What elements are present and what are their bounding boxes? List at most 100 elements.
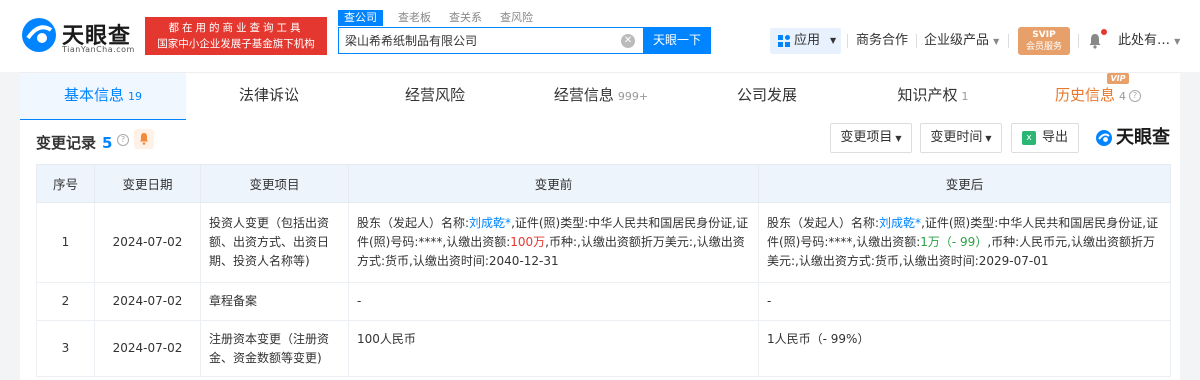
tianyancha-logo-icon (1096, 130, 1112, 146)
user-name: 此处有… (1118, 33, 1171, 48)
shareholder-link[interactable]: 刘成乾* (879, 216, 921, 230)
cell-before: - (348, 282, 759, 321)
section-title-text: 变更记录 (36, 134, 97, 152)
tab-count: 1 (961, 90, 969, 103)
cell-after: 股东（发起人）名称:刘成乾*,证件(照)类型:中华人民共和国居民身份证,证件(照… (758, 202, 1171, 283)
export-label: 导出 (1041, 130, 1068, 145)
cell-no: 1 (36, 202, 95, 283)
change-records-section: 变更记录 5 ? 变更项目 ▼ 变更时间 ▼ x 导出 天眼查 序号 变更日期 变更项目 (20, 120, 1180, 380)
vip-tag: VIP (1107, 73, 1129, 84)
cell-no: 2 (36, 282, 95, 321)
chevron-down-icon: ▼ (993, 37, 1000, 46)
top-header: 天眼查 TianYanCha.com 都在用的商业查询工具 国家中小企业发展子基… (0, 0, 1200, 72)
apps-label: 应用 (794, 33, 821, 48)
cell-item: 章程备案 (200, 282, 349, 321)
filter-change-item-dropdown[interactable]: 变更项目 ▼ (830, 123, 912, 153)
svip-badge[interactable]: SVIP 会员服务 (1018, 27, 1070, 55)
col-header-after: 变更后 (758, 164, 1171, 203)
col-header-item: 变更项目 (200, 164, 349, 203)
search-input[interactable] (345, 28, 615, 53)
amount-highlight: 100万 (510, 235, 546, 249)
change-records-table: 序号 变更日期 变更项目 变更前 变更后 1 2024-07-02 投资人变更（… (36, 164, 1171, 377)
filter-time-label: 变更时间 (930, 130, 983, 145)
filter-item-label: 变更项目 (840, 130, 893, 145)
monitor-bell-icon[interactable] (134, 129, 154, 149)
chevron-down-icon: ▼ (830, 36, 837, 45)
shareholder-link[interactable]: 刘成乾* (469, 216, 511, 230)
tab-count: 999+ (617, 90, 649, 103)
notification-dot (1101, 29, 1107, 35)
watermark-text: 天眼查 (1116, 127, 1170, 148)
help-icon[interactable]: ? (1129, 89, 1141, 102)
cell-after: 1人民币（- 99%） (758, 320, 1171, 377)
nav-divider (916, 34, 917, 48)
record-count: 5 (102, 134, 113, 152)
chevron-down-icon: ▼ (985, 134, 992, 143)
search-tab-boss[interactable]: 查老板 (398, 10, 431, 26)
cell-before: 股东（发起人）名称:刘成乾*,证件(照)类型:中华人民共和国居民身份证,证件(照… (348, 202, 759, 283)
tab-label: 经营风险 (404, 86, 465, 104)
cell-date: 2024-07-02 (94, 320, 201, 377)
tab-history[interactable]: 历史信息 4? (1016, 73, 1180, 121)
tab-label: 知识产权 (897, 86, 958, 104)
table-header-row: 序号 变更日期 变更项目 变更前 变更后 (36, 164, 1171, 203)
cell-before: 100人民币 (348, 320, 759, 377)
text-segment: 股东（发起人）名称: (767, 216, 880, 230)
tab-legal[interactable]: 法律诉讼 (186, 73, 352, 121)
svip-label: SVIP (1032, 30, 1056, 40)
amount-highlight: 1万（- 99） (920, 235, 988, 249)
notification-bell-icon[interactable] (1088, 33, 1102, 49)
cell-no: 3 (36, 320, 95, 377)
search-button[interactable]: 天眼一下 (643, 27, 711, 54)
apps-grid-icon (778, 35, 790, 47)
tab-label: 基本信息 (63, 86, 124, 104)
tab-operation[interactable]: 经营信息 999+ (518, 73, 684, 121)
cell-item: 注册资本变更（注册资金、资金数额等变更) (200, 320, 349, 377)
col-header-date: 变更日期 (94, 164, 201, 203)
slogan-banner: 都在用的商业查询工具 国家中小企业发展子基金旗下机构 (145, 17, 327, 55)
tab-development[interactable]: 公司发展 (684, 73, 850, 121)
vip-service-label: 会员服务 (1025, 42, 1062, 52)
section-title: 变更记录 5 (36, 132, 112, 153)
nav-divider (1008, 34, 1009, 48)
slogan-line2: 国家中小企业发展子基金旗下机构 (157, 38, 315, 50)
tab-basic-info[interactable]: 基本信息 19 (20, 73, 186, 121)
tab-count: 4 (1119, 90, 1126, 103)
tab-label: 历史信息 (1054, 86, 1115, 104)
excel-export-icon: x (1021, 130, 1036, 145)
slogan-line1: 都在用的商业查询工具 (168, 22, 304, 34)
help-icon[interactable]: ? (117, 134, 129, 146)
nav-enterprise-label: 企业级产品 (924, 33, 990, 48)
export-button[interactable]: x 导出 (1011, 123, 1079, 153)
tab-label: 公司发展 (736, 86, 797, 104)
nav-enterprise-products[interactable]: 企业级产品 ▼ (924, 28, 999, 54)
cell-date: 2024-07-02 (94, 282, 201, 321)
logo-domain: TianYanCha.com (62, 45, 135, 54)
col-header-no: 序号 (36, 164, 95, 203)
search-tab-risk[interactable]: 查风险 (500, 10, 533, 26)
tab-label: 法律诉讼 (238, 86, 299, 104)
clear-icon[interactable]: ✕ (621, 34, 635, 48)
table-row: 1 2024-07-02 投资人变更（包括出资额、出资方式、出资日期、投资人名称… (36, 202, 1171, 283)
filter-change-time-dropdown[interactable]: 变更时间 ▼ (920, 123, 1002, 153)
tab-ip[interactable]: 知识产权 1 (850, 73, 1016, 121)
tab-label: 经营信息 (553, 86, 614, 104)
cell-after: - (758, 282, 1171, 321)
tianyancha-logo-icon (22, 18, 56, 52)
cell-date: 2024-07-02 (94, 202, 201, 283)
apps-menu-button[interactable]: 应用 ▼ (770, 28, 841, 54)
tab-count: 19 (128, 90, 142, 103)
search-tab-relation[interactable]: 查关系 (449, 10, 482, 26)
nav-divider (1078, 34, 1079, 48)
user-menu[interactable]: 此处有… ▼ (1118, 28, 1180, 55)
tab-risk[interactable]: 经营风险 (352, 73, 518, 121)
search-tab-company[interactable]: 查公司 (338, 10, 383, 26)
text-segment: 股东（发起人）名称: (357, 216, 470, 230)
site-logo[interactable]: 天眼查 TianYanCha.com (20, 16, 140, 56)
nav-business-cooperation[interactable]: 商务合作 (856, 28, 908, 54)
search-box: ✕ (338, 27, 644, 54)
col-header-before: 变更前 (348, 164, 759, 203)
chevron-down-icon: ▼ (1174, 37, 1181, 46)
table-row: 3 2024-07-02 注册资本变更（注册资金、资金数额等变更) 100人民币… (36, 320, 1171, 377)
chevron-down-icon: ▼ (895, 134, 902, 143)
